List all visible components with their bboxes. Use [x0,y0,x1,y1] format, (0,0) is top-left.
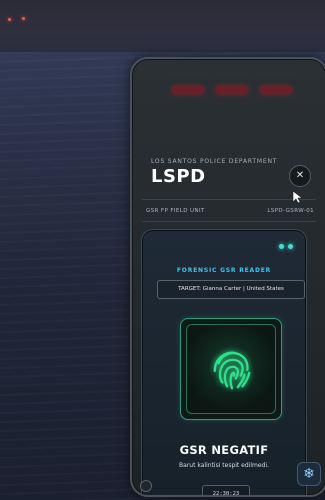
close-button[interactable]: ✕ [289,165,311,187]
status-dots [279,244,293,249]
led-indicator [216,86,248,94]
timestamp: 22:30:23 [202,485,250,495]
result-text: Barut kalintisi tespit edilmedi. [179,462,269,469]
department-label: LOS SANTOS POLICE DEPARTMENT [151,158,278,165]
led-indicator [260,86,292,94]
gsr-device: LOS SANTOS POLICE DEPARTMENT LSPD ✕ GSR … [130,57,325,497]
led-indicator [172,86,204,94]
status-dot [288,244,293,249]
unit-name: GSR FP FIELD UNIT [146,208,205,214]
brand-title: LSPD [151,166,206,187]
background-sky [0,0,325,55]
distant-light [22,17,25,20]
distant-light [8,18,11,21]
home-button[interactable] [140,480,152,492]
divider [142,221,316,222]
reader-card: FORENSIC GSR READER TARGET: Gianna Carte… [141,229,307,495]
fingerprint-scanner[interactable] [180,318,282,420]
status-dot [279,244,284,249]
unit-id: LSPD-GSRW-01 [267,208,314,214]
result-title: GSR NEGATIF [179,443,269,457]
target-field: TARGET: Gianna Carter | United States [157,280,305,299]
status-leds [172,86,292,94]
scanner-pad [186,324,276,414]
reader-title: FORENSIC GSR READER [176,267,272,274]
snowflake-icon[interactable]: ❄ [297,462,321,486]
unit-strip: GSR FP FIELD UNIT LSPD-GSRW-01 [146,208,314,214]
close-icon: ✕ [295,170,305,181]
fingerprint-icon [213,351,251,390]
divider [142,199,316,200]
mouse-cursor-icon [292,190,302,204]
